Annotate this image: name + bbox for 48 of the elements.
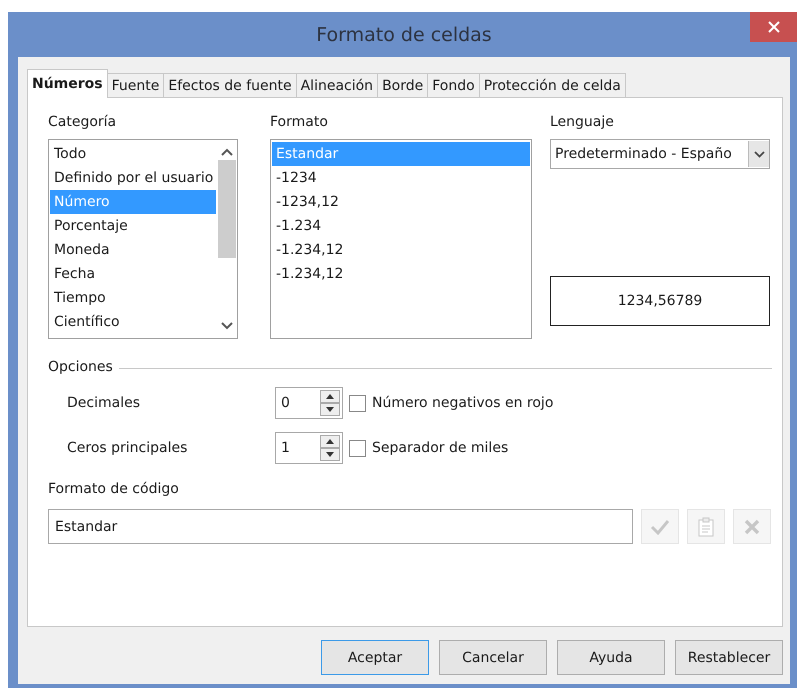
scroll-up-icon[interactable] xyxy=(221,148,233,156)
spinner-label: Decimales xyxy=(67,395,141,411)
spinner-label: Ceros principales xyxy=(67,440,188,456)
list-item[interactable]: Científico xyxy=(50,310,216,334)
chevron-down-icon xyxy=(754,150,764,158)
scroll-down-icon[interactable] xyxy=(221,322,233,330)
format-label: Formato xyxy=(270,114,329,132)
list-item[interactable]: Definido por el usuario xyxy=(50,166,216,190)
list-item[interactable]: -1.234,12 xyxy=(272,262,530,286)
checkbox[interactable] xyxy=(349,394,366,412)
window-title: Formato de celdas xyxy=(316,24,492,46)
tab[interactable]: Números xyxy=(27,69,108,98)
list-item[interactable]: -1234,12 xyxy=(272,190,530,214)
list-item[interactable]: -1234 xyxy=(272,166,530,190)
checkbox-option[interactable]: Número negativos en rojo xyxy=(349,394,772,412)
list-item[interactable]: Fecha xyxy=(50,262,216,286)
dialog-button[interactable]: Ayuda xyxy=(557,640,665,675)
checkbox[interactable] xyxy=(349,440,366,456)
close-button[interactable] xyxy=(750,12,797,42)
list-item[interactable]: -1.234,12 xyxy=(272,238,530,262)
checkbox-option[interactable]: Separador de miles xyxy=(349,440,772,456)
spin-arrows-icon[interactable] xyxy=(320,435,340,461)
dialog-button[interactable]: Aceptar xyxy=(321,640,429,675)
checkmark-icon xyxy=(650,518,670,534)
list-item[interactable]: -1.234 xyxy=(272,214,530,238)
spin-field[interactable]: 0 xyxy=(275,387,343,419)
language-dropdown[interactable]: Predeterminado - Españo xyxy=(550,139,770,169)
preview-box: 1234,56789 xyxy=(550,276,770,326)
clipboard-icon xyxy=(698,516,714,536)
dialog-button[interactable]: Cancelar xyxy=(439,640,547,675)
category-label: Categoría xyxy=(48,114,118,132)
list-item[interactable]: Tiempo xyxy=(50,286,216,310)
format-code-field[interactable]: Estandar xyxy=(48,509,633,544)
list-item[interactable]: Todo xyxy=(50,142,216,166)
dialog-button[interactable]: Restablecer xyxy=(675,640,783,675)
scrollbar-thumb[interactable] xyxy=(218,160,236,258)
tab[interactable]: Protección de celda xyxy=(478,73,626,98)
list-item[interactable]: Porcentaje xyxy=(50,214,216,238)
spin-arrows-icon[interactable] xyxy=(320,390,340,416)
spin-field[interactable]: 1 xyxy=(275,432,343,464)
language-label: Lenguaje xyxy=(550,114,615,132)
delete-icon xyxy=(744,518,760,534)
list-item[interactable]: Moneda xyxy=(50,238,216,262)
list-box[interactable]: Estandar -1234 -1234,12 -1.234 -1.234,12 -1.234,12 xyxy=(270,139,532,339)
format-code-label: Formato de código xyxy=(48,481,180,499)
options-heading: Opciones xyxy=(48,359,113,377)
close-icon xyxy=(768,21,780,33)
list-box[interactable]: Todo Definido por el usuario Número Porcentaje Moneda Fecha Tiempo Científico xyxy=(48,139,238,339)
